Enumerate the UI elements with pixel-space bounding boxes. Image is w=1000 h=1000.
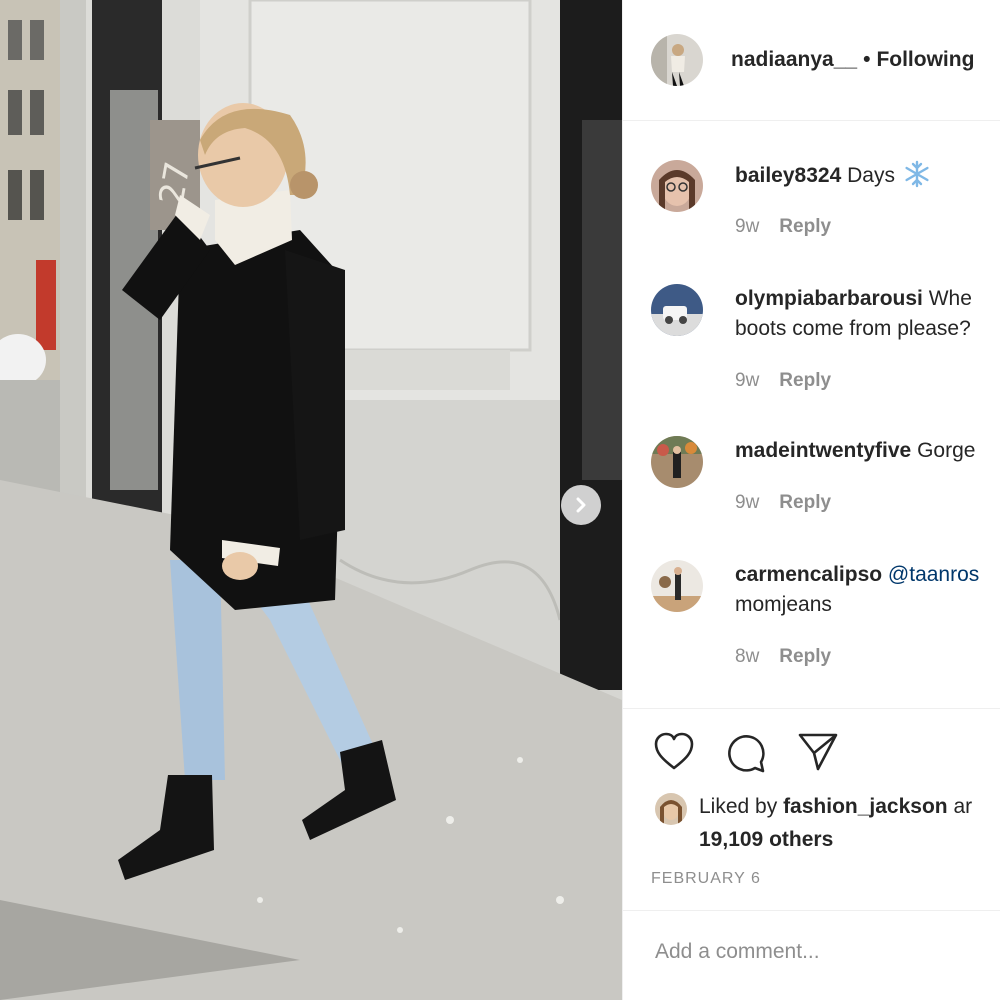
comment-age: 9w xyxy=(735,370,760,391)
share-button[interactable] xyxy=(797,732,839,777)
comment-text: olympiabarbarousi Whe boots come from pl… xyxy=(735,284,1000,344)
comment-content-line2: boots come from please? xyxy=(735,317,971,340)
post-photo[interactable]: 27 xyxy=(0,0,622,1000)
chevron-right-icon xyxy=(576,497,586,513)
heart-icon xyxy=(654,732,694,770)
avatar[interactable] xyxy=(651,34,703,86)
comment-age: 8w xyxy=(735,646,760,667)
comment-text: bailey8324 Days xyxy=(735,160,1000,191)
author-username[interactable]: nadiaanya__ xyxy=(731,48,857,71)
comment-text: carmencalipso @taanros momjeans xyxy=(735,560,1000,620)
reply-button[interactable]: Reply xyxy=(779,216,831,237)
reply-button[interactable]: Reply xyxy=(779,370,831,391)
comment-meta: 8w Reply xyxy=(735,646,831,668)
post-author: nadiaanya__ • Following xyxy=(731,47,974,73)
add-comment-input[interactable]: Add a comment... xyxy=(655,940,820,964)
comment-meta: 9w Reply xyxy=(735,216,831,238)
divider xyxy=(623,910,1000,911)
comment-button[interactable] xyxy=(725,732,767,779)
top-liker-username[interactable]: fashion_jackson xyxy=(783,795,948,818)
share-icon xyxy=(798,733,838,771)
comment-mention[interactable]: @taanros xyxy=(888,563,979,586)
like-button[interactable] xyxy=(653,732,695,777)
comment-text: madeintwentyfive Gorge xyxy=(735,436,1000,466)
next-photo-button[interactable] xyxy=(561,485,601,525)
snowflake-icon xyxy=(905,160,929,188)
avatar[interactable] xyxy=(651,160,703,212)
comment-username[interactable]: madeintwentyfive xyxy=(735,439,911,462)
reply-button[interactable]: Reply xyxy=(779,646,831,667)
comment-username[interactable]: olympiabarbarousi xyxy=(735,287,923,310)
comment-meta: 9w Reply xyxy=(735,492,831,514)
likes-count-link[interactable]: 19,109 others xyxy=(699,828,833,851)
divider xyxy=(623,120,1000,121)
avatar[interactable] xyxy=(651,436,703,488)
avatar[interactable] xyxy=(651,284,703,336)
comment-content: Whe xyxy=(928,287,972,310)
svg-text:27: 27 xyxy=(152,159,199,209)
follow-status-button[interactable]: Following xyxy=(876,48,974,71)
comment-icon xyxy=(728,735,765,773)
comment-username[interactable]: bailey8324 xyxy=(735,164,841,187)
divider xyxy=(623,708,1000,709)
avatar[interactable] xyxy=(651,560,703,612)
likes-text: Liked by fashion_jackson ar 19,109 other… xyxy=(699,790,972,856)
post-date[interactable]: FEBRUARY 6 xyxy=(651,870,761,888)
separator-dot: • xyxy=(863,48,871,71)
comment-content: Gorge xyxy=(917,439,976,462)
comment-meta: 9w Reply xyxy=(735,370,831,392)
post-photo-image: 27 xyxy=(0,0,622,1000)
comment-content: Days xyxy=(847,164,895,187)
likes-suffix: ar xyxy=(953,795,973,818)
likes-prefix: Liked by xyxy=(699,795,778,818)
comment-age: 9w xyxy=(735,492,760,513)
post-sidebar: nadiaanya__ •Following bailey8324 Days xyxy=(623,0,1000,1000)
avatar[interactable] xyxy=(655,793,687,825)
comment-age: 9w xyxy=(735,216,760,237)
comment-content-line2: momjeans xyxy=(735,593,832,616)
comment-username[interactable]: carmencalipso xyxy=(735,563,882,586)
reply-button[interactable]: Reply xyxy=(779,492,831,513)
